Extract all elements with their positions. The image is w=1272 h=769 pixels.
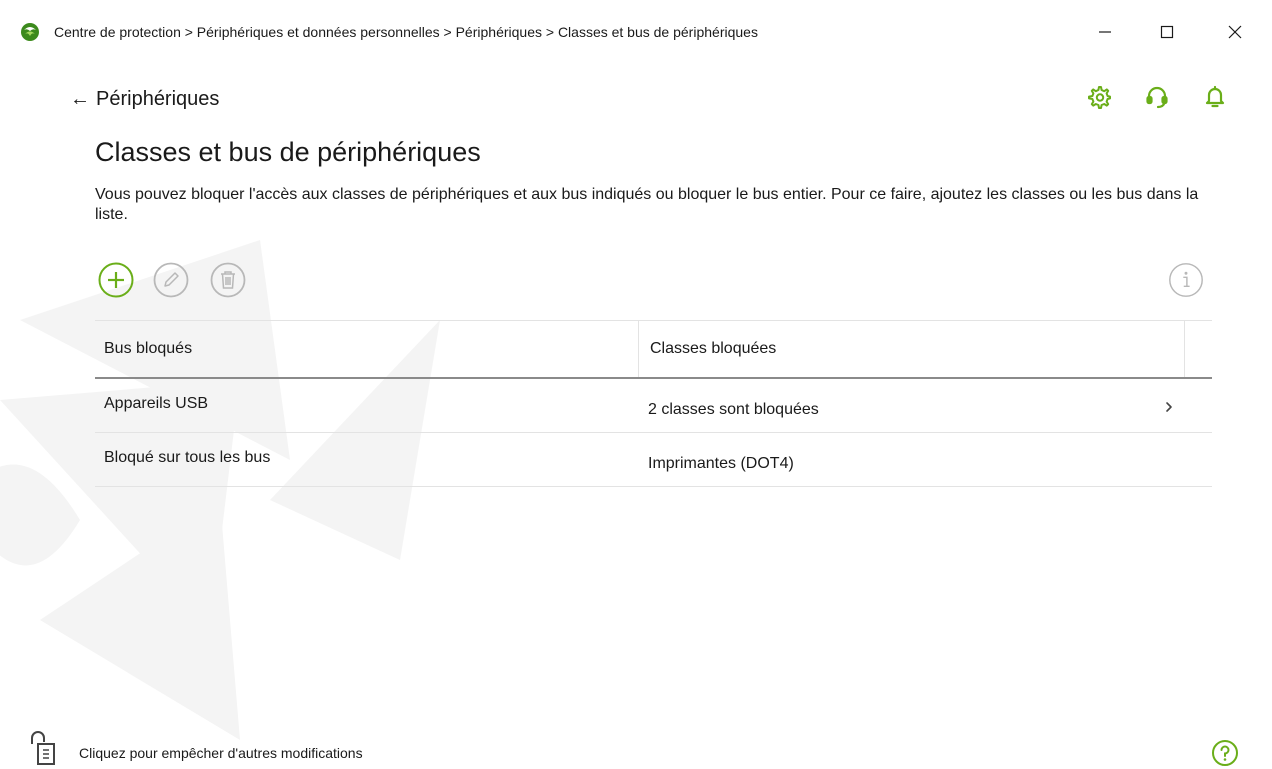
minimize-icon	[1099, 31, 1111, 33]
blocked-buses-table: Bus bloqués Classes bloquées Appareils U…	[95, 320, 1212, 487]
chevron-right-icon[interactable]	[1159, 397, 1179, 417]
bell-icon	[1205, 85, 1225, 108]
window-title: Centre de protection > Périphériques et …	[54, 24, 758, 40]
delete-button[interactable]	[210, 262, 246, 298]
help-icon[interactable]	[1211, 739, 1239, 767]
column-divider[interactable]	[638, 321, 639, 377]
app-logo-icon	[21, 23, 39, 41]
settings-button[interactable]	[1084, 82, 1114, 112]
row-bus-cell: Bloqué sur tous les bus	[104, 449, 271, 466]
column-header-blocked-classes[interactable]: Classes bloquées	[650, 321, 776, 377]
row-classes-cell: Imprimantes (DOT4)	[648, 455, 794, 472]
gear-icon	[1088, 86, 1111, 109]
column-header-blocked-buses[interactable]: Bus bloqués	[104, 321, 192, 377]
table-row[interactable]: Bloqué sur tous les bus Imprimantes (DOT…	[95, 433, 1212, 487]
row-bus-cell: Appareils USB	[104, 395, 209, 412]
lock-changes-link[interactable]: Cliquez pour empêcher d'autres modificat…	[79, 745, 363, 761]
info-icon	[1169, 263, 1203, 297]
delete-icon	[210, 262, 246, 298]
edit-button[interactable]	[153, 262, 189, 298]
table-row[interactable]: Appareils USB 2 classes sont bloquées	[95, 379, 1212, 433]
notifications-button[interactable]	[1200, 82, 1230, 112]
back-arrow-icon: ←	[70, 88, 90, 110]
maximize-icon	[1160, 25, 1174, 39]
support-button[interactable]	[1142, 82, 1172, 112]
add-icon	[98, 262, 134, 298]
page-description: Vous pouvez bloquer l'accès aux classes …	[95, 186, 1199, 223]
table-header: Bus bloqués Classes bloquées	[95, 320, 1212, 379]
maximize-button[interactable]	[1144, 14, 1190, 50]
minimize-button[interactable]	[1082, 14, 1128, 50]
edit-icon	[153, 262, 189, 298]
close-icon	[1228, 25, 1242, 39]
row-classes-cell: 2 classes sont bloquées	[648, 401, 819, 418]
add-button[interactable]	[98, 262, 134, 298]
close-button[interactable]	[1212, 14, 1258, 50]
title-bar: Centre de protection > Périphériques et …	[0, 0, 1272, 62]
back-link-label: Périphériques	[96, 88, 220, 110]
main-window: Centre de protection > Périphériques et …	[0, 0, 1272, 769]
lock-icon[interactable]	[28, 730, 68, 766]
support-icon	[1146, 86, 1168, 109]
info-button[interactable]	[1168, 262, 1204, 298]
back-link[interactable]: ← Périphériques	[70, 88, 219, 111]
column-divider[interactable]	[1184, 321, 1185, 377]
page-title: Classes et bus de périphériques	[95, 137, 481, 167]
